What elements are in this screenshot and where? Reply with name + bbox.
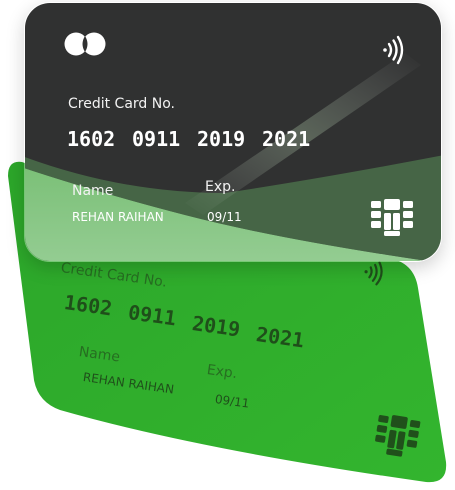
chip-icon <box>371 199 413 236</box>
chip-icon <box>375 414 421 457</box>
dark-glass-card: Credit Card No. 1602 0911 2019 2021 Name… <box>24 2 442 262</box>
card-number-group-2: 0911 <box>132 127 181 151</box>
card-expiry: 09/11 <box>207 210 242 224</box>
card-number-label: Credit Card No. <box>68 96 175 112</box>
card-name-label: Name <box>72 183 114 199</box>
contactless-icon <box>383 35 404 65</box>
card-number-group-3: 2019 <box>197 127 246 151</box>
credit-card-illustration: Credit Card No. 1602 0911 2019 2021 Name… <box>0 0 455 490</box>
card-holder-name: REHAN RAIHAN <box>72 210 164 224</box>
contactless-icon <box>364 261 383 286</box>
card-exp-label: Exp. <box>205 179 236 195</box>
card-number-group-1: 1602 <box>67 127 116 151</box>
card-number-group-4: 2021 <box>262 127 311 151</box>
brand-logo-icon <box>64 32 106 56</box>
